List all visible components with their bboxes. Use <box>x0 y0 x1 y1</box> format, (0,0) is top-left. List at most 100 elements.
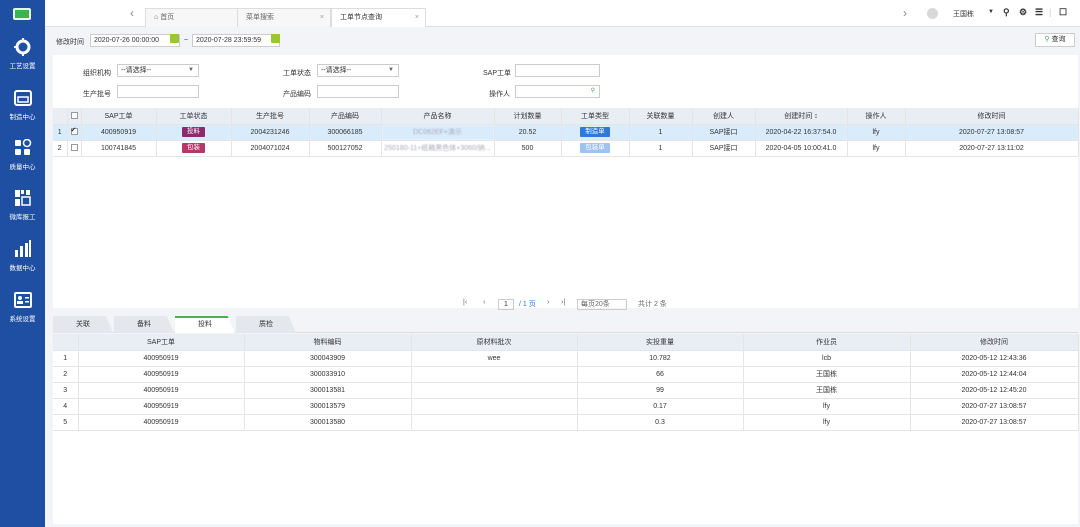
status-select[interactable]: --请选择-- ▼ <box>317 64 399 77</box>
row-index: 3 <box>53 382 79 399</box>
product-code-input[interactable] <box>317 85 399 98</box>
gear-icon <box>13 38 30 56</box>
column-header[interactable]: 工单状态 <box>156 108 232 125</box>
page-size-select[interactable]: 每页20条 ⌵ <box>577 299 627 310</box>
tab-work-order-node-query[interactable]: 工单节点查询 × <box>331 8 426 27</box>
table-row[interactable]: 3 400950919 300013581 99 王国栋 2020-05-12 … <box>53 382 1079 399</box>
close-icon[interactable]: × <box>320 9 324 26</box>
select-all-checkbox[interactable] <box>70 112 78 120</box>
column-header[interactable]: 生产批号 <box>231 108 310 125</box>
page-number-input[interactable]: 1 <box>498 299 514 310</box>
close-icon[interactable]: × <box>415 9 419 26</box>
last-page-icon[interactable]: ›| <box>561 299 565 306</box>
product-code-cell: 300066185 <box>309 124 382 141</box>
type-badge: 制造单 <box>580 127 610 137</box>
column-header[interactable]: 计划数量 <box>494 108 562 125</box>
table-row[interactable]: 2 400950919 300033910 66 王国栋 2020-05-12 … <box>53 366 1079 383</box>
column-header[interactable]: 作业员 <box>743 334 911 351</box>
product-code-cell: 500127052 <box>309 140 382 157</box>
column-header[interactable]: 物料编码 <box>244 334 412 351</box>
column-header[interactable]: 原材料批次 <box>411 334 578 351</box>
weight-cell: 0.3 <box>577 414 744 431</box>
row-checkbox[interactable] <box>70 144 78 152</box>
org-select[interactable]: --请选择-- ▼ <box>117 64 199 77</box>
column-header[interactable]: SAP工单 <box>81 108 157 125</box>
id-card-icon <box>13 292 32 308</box>
column-header[interactable]: 创建人 <box>692 108 756 125</box>
tab-label: 首页 <box>160 14 175 21</box>
column-header[interactable]: 关联数量 <box>629 108 693 125</box>
material-cell: 300033910 <box>244 366 412 383</box>
weight-cell: 66 <box>577 366 744 383</box>
table-row[interactable]: 1 400950919 300043909 wee 10.782 lcb 202… <box>53 350 1079 367</box>
column-header[interactable]: 操作人 <box>847 108 906 125</box>
avatar[interactable] <box>927 8 938 19</box>
weight-cell: 10.782 <box>577 350 744 367</box>
batch-cell: wee <box>411 350 578 367</box>
column-header[interactable]: 实投重量 <box>577 334 744 351</box>
window-icon[interactable]: ☐ <box>1059 7 1067 18</box>
work-order-table: SAP工单 工单状态 生产批号 产品编码 产品名称 计划数量 工单类型 关联数量… <box>53 108 1079 157</box>
tab-home[interactable]: ⌂ 首页 <box>145 8 238 27</box>
sidebar-item-data-center[interactable]: 数据中心 <box>0 240 45 286</box>
column-header[interactable]: 产品编码 <box>309 108 382 125</box>
query-button[interactable]: ⚲ 查询 <box>1035 33 1075 47</box>
table-row[interactable]: 5 400950919 300013580 0.3 lfy 2020-07-27… <box>53 414 1079 431</box>
page-size-value: 每页20条 <box>581 301 610 308</box>
tab-quality-inspection[interactable]: 质检 <box>236 316 296 333</box>
material-cell: 300043909 <box>244 350 412 367</box>
column-header[interactable]: 修改时间 <box>905 108 1079 125</box>
tab-material-prep[interactable]: 备料 <box>114 316 174 333</box>
tab-feeding[interactable]: 投料 <box>175 316 235 333</box>
sap-cell: 400950919 <box>81 124 157 141</box>
first-page-icon[interactable]: |‹ <box>463 299 467 306</box>
sap-input[interactable] <box>515 64 600 77</box>
total-count: 共计 2 条 <box>638 301 667 308</box>
product-code-label: 产品编码 <box>283 91 311 98</box>
table-row[interactable]: 2 100741845 包装 2004071024 500127052 2501… <box>53 140 1079 157</box>
sidebar-item-system-settings[interactable]: 系统设置 <box>0 291 45 337</box>
product-name-cell: DC062EF+演示 <box>381 124 495 141</box>
material-cell: 300013580 <box>244 414 412 431</box>
gear-icon[interactable]: ⚙ <box>1019 7 1027 18</box>
column-header[interactable]: 产品名称 <box>381 108 495 125</box>
column-header[interactable]: 创建时间 ↕ <box>755 108 848 125</box>
tabs-next-arrow-icon[interactable]: › <box>903 7 907 19</box>
user-name[interactable]: 王国栋 <box>953 9 974 19</box>
operator-cell: lfy <box>847 124 906 141</box>
tab-menu-search[interactable]: 菜单搜索 × <box>237 8 331 27</box>
table-row[interactable]: 1 400950919 投料 2004231246 300066185 DC06… <box>53 124 1079 141</box>
column-header[interactable]: SAP工单 <box>78 334 245 351</box>
row-index: 1 <box>53 124 68 141</box>
table-header-row: SAP工单 工单状态 生产批号 产品编码 产品名称 计划数量 工单类型 关联数量… <box>53 108 1079 125</box>
row-checkbox[interactable] <box>70 126 78 136</box>
calendar-icon[interactable] <box>170 34 179 43</box>
table-row[interactable]: 4 400950919 300013579 0.17 lfy 2020-07-2… <box>53 398 1079 415</box>
batch-cell <box>411 382 578 399</box>
modified-cell: 2020-05-12 12:44:04 <box>910 366 1079 383</box>
tab-association[interactable]: 关联 <box>53 316 113 333</box>
column-header[interactable]: 工单类型 <box>561 108 630 125</box>
column-header[interactable]: 修改时间 <box>910 334 1079 351</box>
batch-input[interactable] <box>117 85 199 98</box>
select-all-checkbox-cell[interactable] <box>67 108 82 125</box>
menu-icon[interactable]: ☰ <box>1035 7 1043 18</box>
tabs-prev-arrow-icon[interactable]: ‹ <box>130 7 134 19</box>
sidebar-item-manufacturing[interactable]: 制造中心 <box>0 89 45 135</box>
dropdown-icon[interactable]: ▼ <box>988 9 994 15</box>
row-checkbox-cell[interactable] <box>67 124 82 141</box>
end-date-input[interactable]: 2020-07-28 23:59:59 <box>192 34 280 47</box>
modified-cell: 2020-07-27 13:11:02 <box>905 140 1079 157</box>
search-icon[interactable]: ⚲ <box>1003 7 1010 18</box>
status-badge: 投料 <box>182 127 205 137</box>
prev-page-icon[interactable]: ‹ <box>483 299 485 306</box>
sidebar-item-quality[interactable]: 质量中心 <box>0 139 45 185</box>
operator-input[interactable]: ⚲ <box>515 85 600 98</box>
next-page-icon[interactable]: › <box>547 299 549 306</box>
sidebar-item-process-settings[interactable]: 工艺设置 <box>0 38 45 84</box>
start-date-input[interactable]: 2020-07-26 00:00:00 <box>90 34 180 47</box>
sidebar-item-warehouse-report[interactable]: 微库报工 <box>0 189 45 235</box>
row-checkbox-cell[interactable] <box>67 140 82 157</box>
worker-cell: 王国栋 <box>743 366 911 383</box>
calendar-icon[interactable] <box>271 34 280 43</box>
